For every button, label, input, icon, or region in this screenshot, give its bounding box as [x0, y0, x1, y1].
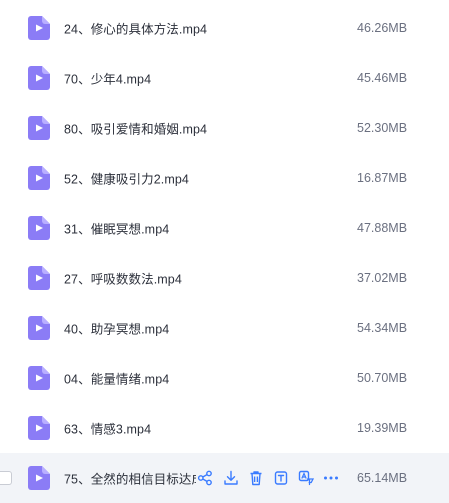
file-name[interactable]: 31、催眠冥想.mp4: [64, 219, 169, 238]
file-name[interactable]: 24、修心的具体方法.mp4: [64, 19, 207, 38]
file-size: 65.14MB: [357, 471, 408, 485]
file-name[interactable]: 04、能量情绪.mp4: [64, 369, 169, 388]
delete-icon[interactable]: [248, 469, 264, 487]
video-file-icon: [28, 266, 50, 290]
video-file-icon: [28, 366, 50, 390]
file-name[interactable]: 75、全然的相信目标达成.mp4: [64, 469, 196, 488]
video-file-icon: [28, 416, 50, 440]
file-size: 16.87MB: [357, 171, 408, 185]
file-row[interactable]: 31、催眠冥想.mp4 47.88MB: [0, 203, 449, 253]
share-icon[interactable]: [197, 469, 213, 487]
file-size: 37.02MB: [357, 271, 408, 285]
file-name[interactable]: 70、少年4.mp4: [64, 69, 151, 88]
video-file-icon: [28, 16, 50, 40]
file-name[interactable]: 27、呼吸数数法.mp4: [64, 269, 182, 288]
file-name[interactable]: 40、助孕冥想.mp4: [64, 319, 169, 338]
video-file-icon: [28, 216, 50, 240]
download-icon[interactable]: [223, 469, 239, 487]
file-size: 50.70MB: [357, 371, 408, 385]
file-row[interactable]: 70、少年4.mp4 45.46MB: [0, 53, 449, 103]
more-icon[interactable]: [323, 469, 339, 487]
video-file-icon: [28, 466, 50, 490]
file-row[interactable]: 80、吸引爱情和婚姻.mp4 52.30MB: [0, 103, 449, 153]
file-size: 47.88MB: [357, 221, 408, 235]
video-file-icon: [28, 316, 50, 340]
file-row-hovered[interactable]: 75、全然的相信目标达成.mp4 65.14MB: [0, 453, 449, 503]
row-checkbox[interactable]: [0, 471, 12, 485]
text-extract-icon[interactable]: [273, 469, 289, 487]
file-name[interactable]: 63、情感3.mp4: [64, 419, 151, 438]
file-size: 46.26MB: [357, 21, 408, 35]
file-name[interactable]: 80、吸引爱情和婚姻.mp4: [64, 119, 207, 138]
file-row[interactable]: 04、能量情绪.mp4 50.70MB: [0, 353, 449, 403]
translate-icon[interactable]: [298, 469, 314, 487]
file-list: 24、修心的具体方法.mp4 46.26MB 70、少年4.mp4 45.46M…: [0, 0, 449, 503]
file-size: 52.30MB: [357, 121, 408, 135]
file-size: 19.39MB: [357, 421, 408, 435]
file-size: 45.46MB: [357, 71, 408, 85]
file-size: 54.34MB: [357, 321, 408, 335]
video-file-icon: [28, 166, 50, 190]
video-file-icon: [28, 66, 50, 90]
file-row[interactable]: 52、健康吸引力2.mp4 16.87MB: [0, 153, 449, 203]
file-row[interactable]: 24、修心的具体方法.mp4 46.26MB: [0, 3, 449, 53]
file-row[interactable]: 40、助孕冥想.mp4 54.34MB: [0, 303, 449, 353]
file-row[interactable]: 63、情感3.mp4 19.39MB: [0, 403, 449, 453]
file-name[interactable]: 52、健康吸引力2.mp4: [64, 169, 189, 188]
file-row[interactable]: 27、呼吸数数法.mp4 37.02MB: [0, 253, 449, 303]
video-file-icon: [28, 116, 50, 140]
